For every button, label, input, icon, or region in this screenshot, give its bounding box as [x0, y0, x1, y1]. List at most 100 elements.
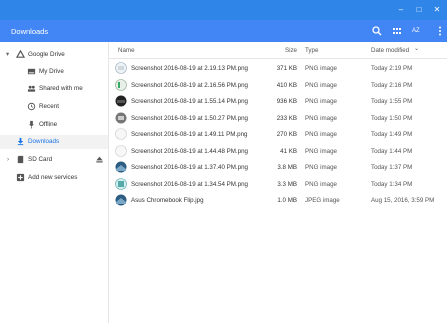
- expand-chevron-icon[interactable]: ▾: [6, 51, 9, 58]
- file-name: Screenshot 2016-08-19 at 1.49.11 PM.png: [131, 131, 248, 138]
- file-thumbnail-icon: [115, 144, 127, 157]
- file-thumbnail-icon: [115, 95, 127, 107]
- search-icon[interactable]: [371, 25, 383, 37]
- file-date-modified: Today 1:44 PM: [371, 147, 413, 155]
- file-date-modified: Today 2:16 PM: [371, 81, 413, 89]
- file-type: PNG image: [305, 164, 337, 171]
- expand-chevron-icon[interactable]: ›: [7, 156, 9, 163]
- sidebar-item-label: SD Card: [28, 156, 53, 163]
- file-list: Name Size Type Date modified ⌄ Screensho…: [109, 42, 447, 323]
- file-name: Screenshot 2016-08-19 at 2.16.56 PM.png: [131, 81, 248, 89]
- column-name[interactable]: Name: [118, 47, 135, 54]
- sidebar-item-label: Recent: [39, 103, 59, 110]
- eject-icon[interactable]: [95, 155, 104, 164]
- file-thumbnail-icon: [115, 177, 127, 190]
- window-titlebar: – □ ✕: [0, 0, 447, 20]
- shared-with-me-icon: [27, 84, 36, 93]
- sidebar-item-label: Downloads: [28, 138, 60, 145]
- more-vert-icon[interactable]: [434, 25, 446, 37]
- column-date-modified[interactable]: Date modified: [371, 47, 409, 54]
- file-type: PNG image: [305, 81, 337, 89]
- file-size: 41 KB: [280, 147, 297, 155]
- file-thumbnail-icon: [115, 161, 127, 173]
- file-type: JPEG image: [305, 197, 340, 204]
- sidebar-item-label: Google Drive: [28, 51, 65, 58]
- file-type: PNG image: [305, 65, 337, 72]
- file-size: 410 KB: [276, 81, 297, 89]
- sidebar-item-offline[interactable]: Offline: [0, 118, 108, 132]
- maximize-button[interactable]: □: [414, 5, 424, 15]
- file-date-modified: Today 1:34 PM: [371, 180, 413, 188]
- file-thumbnail-icon: [115, 78, 127, 91]
- close-button[interactable]: ✕: [432, 5, 442, 15]
- file-name: Asus Chromebook Flip.jpg: [131, 197, 204, 204]
- file-size: 3.3 MB: [277, 180, 297, 188]
- column-size[interactable]: Size: [257, 47, 297, 54]
- grid-view-icon[interactable]: [391, 25, 403, 37]
- file-size: 270 KB: [276, 131, 297, 138]
- file-type: PNG image: [305, 180, 337, 188]
- file-thumbnail-icon: [115, 112, 127, 124]
- file-row[interactable]: Asus Chromebook Flip.jpg 1.0 MB JPEG image…: [109, 193, 447, 207]
- page-title: Downloads: [11, 27, 49, 36]
- google-drive-icon: [16, 50, 25, 59]
- file-size: 233 KB: [276, 114, 297, 122]
- file-date-modified: Today 2:19 PM: [371, 65, 413, 72]
- file-name: Screenshot 2016-08-19 at 1.34.54 PM.png: [131, 180, 248, 188]
- file-name: Screenshot 2016-08-19 at 1.50.27 PM.png: [131, 114, 248, 122]
- file-list-header: Name Size Type Date modified ⌄: [109, 42, 447, 59]
- file-row[interactable]: Screenshot 2016-08-19 at 2.19.13 PM.png 3…: [109, 61, 447, 75]
- file-date-modified: Today 1:55 PM: [371, 98, 413, 105]
- sd-card-icon: [16, 155, 25, 164]
- file-type: PNG image: [305, 131, 337, 138]
- file-name: Screenshot 2016-08-19 at 2.19.13 PM.png: [131, 65, 248, 72]
- sort-descending-icon: ⌄: [414, 45, 420, 52]
- sidebar-item-label: My Drive: [39, 68, 64, 75]
- file-type: PNG image: [305, 114, 337, 122]
- file-name: Screenshot 2016-08-19 at 1.55.14 PM.png: [131, 98, 248, 105]
- file-name: Screenshot 2016-08-19 at 1.37.40 PM.png: [131, 164, 248, 171]
- file-date-modified: Today 1:49 PM: [371, 131, 413, 138]
- file-thumbnail-icon: [115, 62, 127, 74]
- minimize-button[interactable]: –: [396, 5, 406, 15]
- sidebar-item-my-drive[interactable]: My Drive: [0, 65, 108, 79]
- add-box-icon: [16, 173, 25, 182]
- sidebar-item-shared-with-me[interactable]: Shared with me: [0, 82, 108, 96]
- file-row[interactable]: Screenshot 2016-08-19 at 1.34.54 PM.png 3…: [109, 177, 447, 191]
- file-row[interactable]: Screenshot 2016-08-19 at 1.44.48 PM.png 4…: [109, 144, 447, 158]
- sidebar: ▾ Google Drive My Drive Shared with me R…: [0, 42, 109, 323]
- file-row[interactable]: Screenshot 2016-08-19 at 1.49.11 PM.png 2…: [109, 127, 447, 141]
- sidebar-item-label: Shared with me: [39, 85, 83, 92]
- files-app-window: – □ ✕ Downloads AZ ▾ Google Drive My Dri…: [0, 0, 447, 323]
- file-row[interactable]: Screenshot 2016-08-19 at 1.55.14 PM.png 9…: [109, 94, 447, 108]
- my-drive-icon: [27, 67, 36, 76]
- recent-clock-icon: [27, 102, 36, 111]
- sidebar-item-downloads[interactable]: Downloads: [0, 135, 108, 149]
- file-size: 3.8 MB: [277, 164, 297, 171]
- sidebar-item-sd-card[interactable]: › SD Card: [0, 153, 108, 167]
- file-date-modified: Today 1:50 PM: [371, 114, 413, 122]
- sidebar-item-recent[interactable]: Recent: [0, 100, 108, 114]
- file-row[interactable]: Screenshot 2016-08-19 at 2.16.56 PM.png 4…: [109, 78, 447, 92]
- file-size: 936 KB: [276, 98, 297, 105]
- file-row[interactable]: Screenshot 2016-08-19 at 1.50.27 PM.png 2…: [109, 111, 447, 125]
- file-size: 371 KB: [276, 65, 297, 72]
- sidebar-item-label: Add new services: [28, 174, 78, 181]
- file-date-modified: Today 1:37 PM: [371, 164, 413, 171]
- offline-pin-icon: [27, 120, 36, 129]
- sidebar-item-add-new-services[interactable]: Add new services: [0, 171, 108, 185]
- file-name: Screenshot 2016-08-19 at 1.44.48 PM.png: [131, 147, 248, 155]
- sidebar-item-label: Offline: [39, 121, 58, 128]
- file-row[interactable]: Screenshot 2016-08-19 at 1.37.40 PM.png 3…: [109, 160, 447, 174]
- file-type: PNG image: [305, 147, 337, 155]
- file-type: PNG image: [305, 98, 337, 105]
- file-thumbnail-icon: [115, 194, 127, 206]
- download-icon: [16, 137, 25, 146]
- file-size: 1.0 MB: [277, 197, 297, 204]
- sidebar-item-google-drive[interactable]: ▾ Google Drive: [0, 48, 108, 62]
- app-header: Downloads AZ: [0, 20, 447, 42]
- sort-icon[interactable]: AZ: [412, 28, 424, 40]
- column-type[interactable]: Type: [305, 47, 318, 54]
- file-date-modified: Aug 15, 2016, 3:59 PM: [371, 197, 435, 204]
- file-thumbnail-icon: [115, 128, 127, 140]
